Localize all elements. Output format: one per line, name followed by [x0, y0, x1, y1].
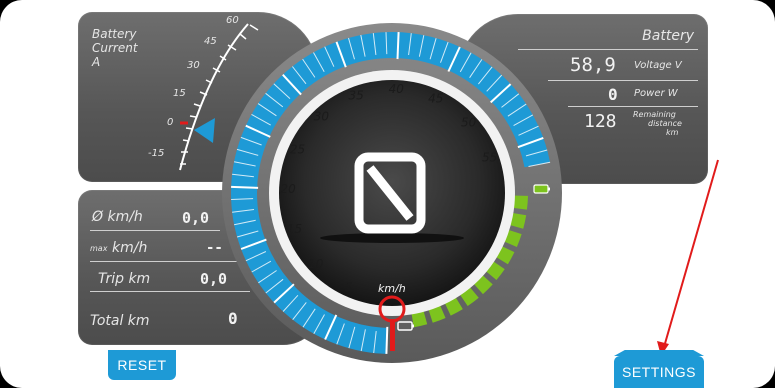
annotation-arrow	[657, 159, 719, 356]
settings-button[interactable]: SETTINGS	[614, 356, 704, 388]
dashboard-screen: Battery Current A 60 45 30 15 0 -15 Ø km…	[0, 0, 775, 388]
reset-button[interactable]: RESET	[108, 350, 176, 380]
